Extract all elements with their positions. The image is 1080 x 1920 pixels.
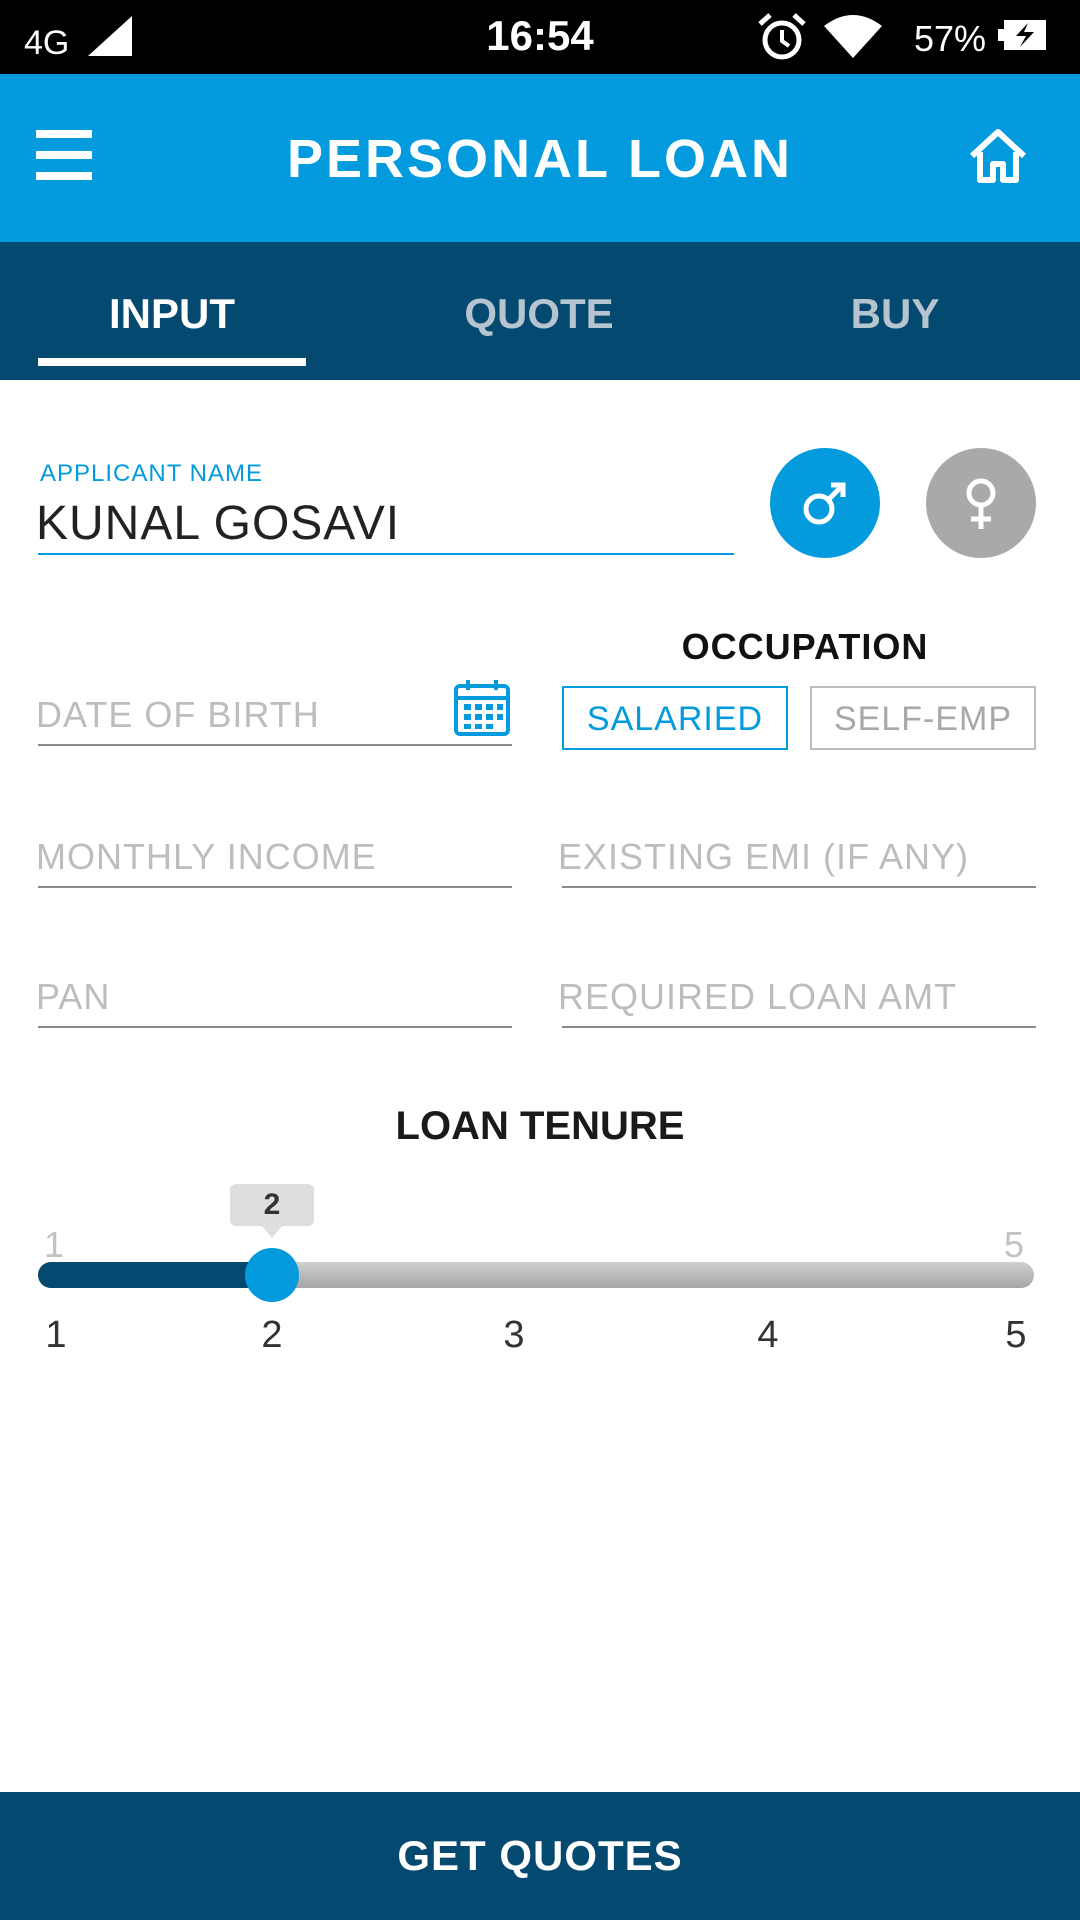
loan-tenure-slider-thumb[interactable] [245,1248,299,1302]
occupation-title: OCCUPATION [681,626,929,667]
tab-quote-label: QUOTE [464,290,614,337]
existing-emi-input[interactable] [558,836,1038,878]
applicant-name-label: APPLICANT NAME [40,460,263,487]
occupation-salaried-button[interactable]: SALARIED [562,686,788,750]
required-loan-amount-input[interactable] [558,976,1038,1018]
date-of-birth-underline [38,744,512,746]
occupation-self-employed-button[interactable]: SELF-EMP [810,686,1036,750]
app-bar: PERSONAL LOAN [0,74,1080,242]
loan-tenure-title: LOAN TENURE [395,1104,685,1148]
tenure-tick-2: 2 [261,1314,283,1356]
gender-male-button[interactable] [770,448,880,558]
female-icon [966,478,996,529]
pan-input[interactable] [36,976,506,1018]
monthly-income-input[interactable] [36,836,506,878]
male-icon [803,482,846,525]
loan-tenure-slider-fill [38,1262,272,1288]
required-loan-amount-underline [562,1026,1036,1028]
tab-quote[interactable]: QUOTE [404,242,674,380]
calendar-icon[interactable] [452,678,512,738]
wifi-icon [824,15,882,58]
pan-underline [38,1026,512,1028]
slider-value-bubble: 2 [230,1184,314,1238]
tab-buy[interactable]: BUY [760,242,1030,380]
get-quotes-button[interactable]: GET QUOTES [0,1792,1080,1920]
applicant-name-input[interactable]: KUNAL GOSAVI [36,496,400,551]
tab-input-label: INPUT [109,290,235,337]
page-title: PERSONAL LOAN [286,129,794,189]
monthly-income-underline [38,886,512,888]
status-bar: 4G 16:54 57% [0,0,1080,74]
slider-max-label: 5 [1004,1224,1025,1265]
tenure-tick-3: 3 [503,1314,525,1356]
applicant-name-underline [38,553,734,555]
tenure-tick-1: 1 [45,1314,67,1356]
existing-emi-underline [562,886,1036,888]
gender-female-button[interactable] [926,448,1036,558]
battery-charging-icon [998,20,1046,50]
battery-percent: 57% [914,18,987,59]
active-tab-indicator [38,358,306,366]
date-of-birth-input[interactable] [36,694,446,736]
tab-buy-label: BUY [850,290,940,337]
home-icon[interactable] [966,124,1030,188]
alarm-icon [758,13,806,60]
tenure-tick-4: 4 [757,1314,779,1356]
slider-min-label: 1 [44,1224,65,1265]
tenure-tick-5: 5 [1005,1314,1027,1356]
